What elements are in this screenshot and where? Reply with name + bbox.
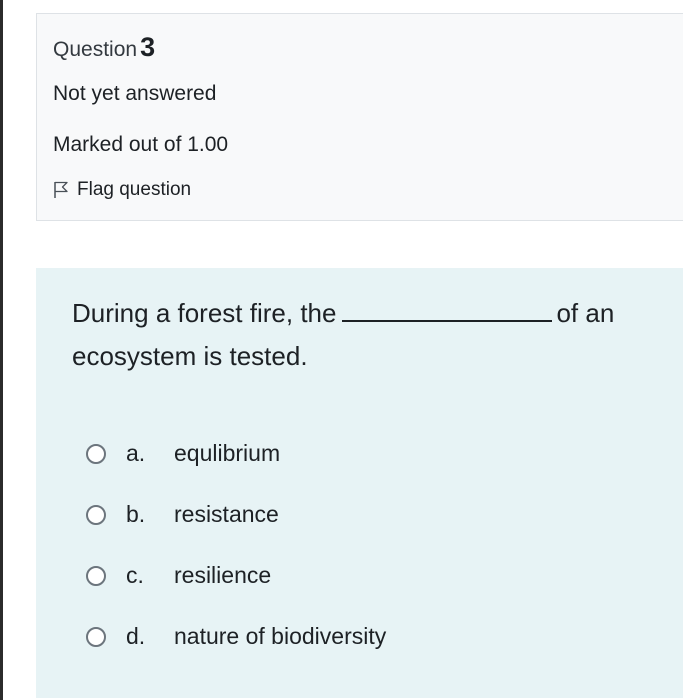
flag-question-link[interactable]: Flag question — [53, 179, 191, 201]
option-letter: c. — [126, 562, 144, 588]
left-edge-strip — [0, 0, 3, 700]
question-heading: Question 3 — [53, 32, 155, 63]
answer-blank — [342, 298, 553, 322]
question-text-before: During a forest fire, the — [72, 298, 337, 328]
question-label: Question — [53, 38, 138, 61]
question-state: Not yet answered — [53, 82, 217, 105]
question-grade: Marked out of 1.00 — [53, 133, 229, 156]
answer-option-b[interactable]: b. resistance — [86, 484, 386, 545]
question-number: 3 — [140, 32, 156, 62]
option-text: resilience — [174, 562, 272, 588]
option-text: equlibrium — [174, 440, 281, 466]
answer-option-a[interactable]: a. equlibrium — [86, 423, 386, 484]
option-letter: b. — [126, 501, 146, 527]
answer-options: a. equlibrium b. resistance c. resilienc… — [86, 423, 386, 667]
option-letter: a. — [126, 440, 146, 466]
radio-button-d[interactable] — [86, 626, 106, 647]
radio-button-a[interactable] — [86, 443, 106, 464]
answer-option-d[interactable]: d. nature of biodiversity — [86, 606, 386, 667]
flag-question-label: Flag question — [77, 179, 192, 200]
option-text: nature of biodiversity — [174, 623, 387, 649]
option-text: resistance — [174, 501, 279, 527]
question-content-panel: During a forest fire, the of an ecosystem… — [36, 268, 683, 698]
question-text: During a forest fire, the of an ecosystem… — [72, 292, 662, 378]
option-letter: d. — [126, 623, 146, 649]
radio-button-c[interactable] — [86, 565, 106, 586]
radio-button-b[interactable] — [86, 504, 106, 525]
question-info-panel: Question 3 Not yet answered Marked out of… — [36, 13, 683, 221]
answer-option-c[interactable]: c. resilience — [86, 545, 386, 606]
flag-icon — [53, 181, 77, 199]
